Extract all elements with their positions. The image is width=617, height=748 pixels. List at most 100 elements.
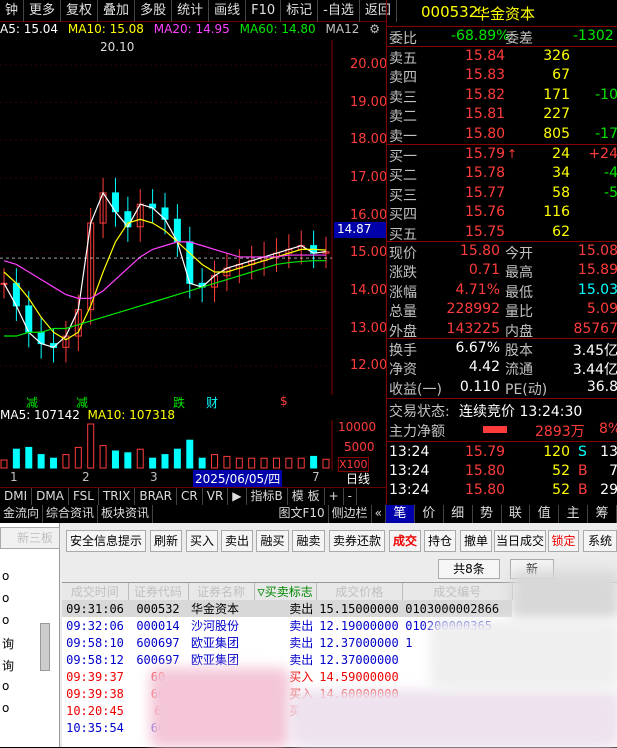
toolbar-item-2[interactable]: 复权: [61, 0, 99, 22]
info-tab-4[interactable]: 侧边栏: [329, 505, 372, 523]
account-item[interactable]: o: [2, 613, 9, 627]
asks-price[interactable]: 15.84: [465, 48, 505, 64]
indicator-tab-4[interactable]: BRAR: [135, 488, 178, 505]
quote-tab-7[interactable]: 筹: [588, 505, 617, 523]
trade-button-4[interactable]: 融买: [256, 530, 289, 552]
account-item[interactable]: o: [2, 701, 9, 715]
trade-button-0[interactable]: 安全信息提示: [66, 530, 146, 552]
cell-time: 10:35:54: [66, 720, 124, 735]
grid-header[interactable]: 成交编号: [402, 583, 513, 600]
info-tab-0[interactable]: 金流向: [0, 505, 44, 523]
indicator-tab-2[interactable]: FSL: [69, 488, 99, 505]
bids-price[interactable]: 15.78: [465, 165, 505, 181]
grid-header[interactable]: 成交价格: [316, 583, 403, 600]
ma60-label: MA60: 14.80: [239, 22, 316, 36]
bids-volume: 116: [543, 204, 570, 221]
volume-bar: [0, 459, 8, 469]
trade-button-11[interactable]: 锁定: [548, 530, 579, 552]
tick-volume: 52: [552, 463, 570, 479]
indicator-tab-7[interactable]: ▶: [228, 488, 247, 505]
asks-row: 卖三 15.82 171 -10: [387, 87, 617, 106]
indicator-tab-10[interactable]: +: [325, 488, 344, 505]
bids-price[interactable]: 15.75: [465, 224, 505, 240]
neeq-tab[interactable]: 新三板: [0, 527, 60, 549]
trade-button-2[interactable]: 买入: [186, 530, 218, 552]
account-item[interactable]: o: [2, 569, 9, 583]
scrollbar-thumb[interactable]: [40, 623, 50, 671]
trade-button-3[interactable]: 卖出: [221, 530, 253, 552]
account-item[interactable]: o: [2, 591, 9, 605]
bids-price[interactable]: 15.76: [465, 204, 505, 220]
grid-header[interactable]: 证券代码: [128, 583, 189, 600]
account-item[interactable]: 询: [2, 635, 14, 652]
quote-tab-1[interactable]: 价: [415, 505, 444, 523]
kline-chart[interactable]: [0, 40, 386, 395]
info-tab-1[interactable]: 综合资讯: [43, 505, 99, 523]
info-tab-3[interactable]: 图文F10: [275, 505, 329, 523]
toolbar-item-4[interactable]: 多股: [135, 0, 173, 22]
quote-tab-3[interactable]: 势: [473, 505, 502, 523]
bids-price[interactable]: 15.77: [465, 185, 505, 201]
table-row[interactable]: 09:31:06 000532 华金资本 卖出 15.15000000 010300000…: [62, 600, 513, 617]
quote-tab-6[interactable]: 主: [559, 505, 589, 523]
account-item[interactable]: o: [2, 679, 9, 693]
trade-button-12[interactable]: 系统: [583, 530, 617, 552]
asks-price[interactable]: 15.82: [465, 87, 505, 103]
blur-overlay: [150, 668, 290, 748]
price-tick: 20.00: [350, 56, 388, 72]
asks-price[interactable]: 15.80: [465, 126, 505, 142]
trade-button-6[interactable]: 卖券还款: [329, 530, 385, 552]
period-daily[interactable]: 日线: [346, 470, 370, 487]
bids-volume: 24: [552, 146, 570, 162]
indicator-tab-6[interactable]: VR: [203, 488, 229, 505]
indicator-tab-0[interactable]: DMI: [0, 488, 33, 505]
toolbar-item-7[interactable]: F10: [246, 0, 282, 22]
toolbar-item-9[interactable]: -自选: [318, 0, 360, 22]
indicator-tab-9[interactable]: 模 板: [288, 488, 325, 505]
info-tab-5[interactable]: «: [372, 505, 386, 523]
quote-tab-5[interactable]: 值: [530, 505, 560, 523]
asks-change: -10: [595, 86, 617, 103]
indicator-tab-3[interactable]: TRIX: [99, 488, 136, 505]
indicator-tab-1[interactable]: DMA: [32, 488, 69, 505]
trade-button-9[interactable]: 撤单: [460, 530, 492, 552]
indicator-tab-5[interactable]: CR: [177, 488, 203, 505]
grid-header-row: 成交时间 证券代码 证券名称 ▽买卖标志 成交价格 成交编号: [62, 583, 513, 600]
event-dollar[interactable]: $: [280, 394, 288, 408]
asks-price[interactable]: 15.83: [465, 67, 505, 83]
settings-gear-icon[interactable]: ⚙: [369, 22, 380, 36]
indicator-tab-8[interactable]: 指标B: [247, 488, 288, 505]
trade-button-7[interactable]: 成交: [389, 530, 421, 552]
volume-chart[interactable]: [0, 420, 386, 470]
info-tab-2[interactable]: 板块资讯: [98, 505, 154, 523]
netflow-value: 2893万: [535, 424, 585, 440]
weibi-label: 委比: [389, 31, 417, 47]
toolbar-item-1[interactable]: 更多: [24, 0, 62, 22]
cell-id: 0103000002866: [405, 601, 500, 616]
quote-tab-2[interactable]: 细: [444, 505, 473, 523]
ma12-label: MA12: [325, 22, 360, 36]
toolbar-item-3[interactable]: 叠加: [98, 0, 136, 22]
asks-row: 卖五 15.84 326: [387, 48, 617, 67]
trade-button-10[interactable]: 当日成交: [494, 530, 546, 552]
tick-volume: 52: [552, 482, 570, 498]
quote-tab-4[interactable]: 联: [502, 505, 531, 523]
toolbar-item-0[interactable]: 钟: [0, 0, 25, 22]
account-item[interactable]: 询: [2, 657, 14, 674]
toolbar-item-5[interactable]: 统计: [172, 0, 210, 22]
trade-button-8[interactable]: 持仓: [424, 530, 456, 552]
indicator-tab-11[interactable]: -: [344, 488, 357, 505]
trade-button-1[interactable]: 刷新: [150, 530, 182, 552]
asks-price[interactable]: 15.81: [465, 106, 505, 122]
grid-header[interactable]: ▽买卖标志: [254, 583, 317, 600]
cell-time: 09:32:06: [66, 618, 124, 633]
grid-header[interactable]: 成交时间: [62, 583, 129, 600]
toolbar-item-6[interactable]: 画线: [209, 0, 247, 22]
bids-price[interactable]: 15.79: [465, 146, 505, 162]
grid-header[interactable]: 证券名称: [188, 583, 255, 600]
toolbar-item-8[interactable]: 标记: [281, 0, 319, 22]
tick-price: 15.79: [465, 444, 506, 460]
trade-button-5[interactable]: 融卖: [292, 530, 325, 552]
stock-header: 000532 华金资本: [387, 3, 617, 25]
quote-tab-0[interactable]: 笔: [386, 505, 415, 523]
